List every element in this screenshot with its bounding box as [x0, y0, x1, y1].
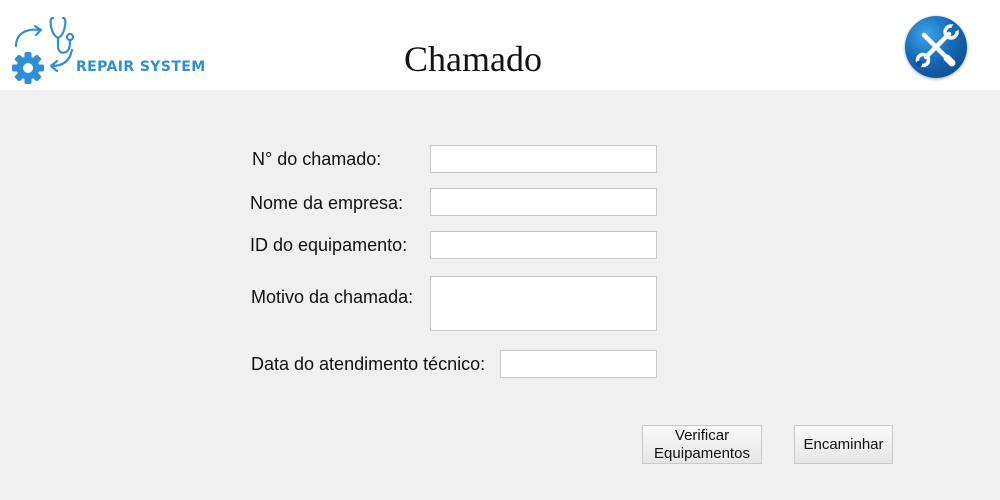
nome-empresa-input[interactable]: [430, 188, 657, 216]
verificar-label-line1: Verificar: [674, 426, 730, 444]
header-bar: REPAIR SYSTEM Chamado: [0, 0, 1000, 90]
motivo-chamada-input[interactable]: [430, 276, 657, 331]
data-atendimento-label: Data do atendimento técnico:: [251, 354, 486, 374]
encaminhar-label: Encaminhar: [803, 435, 884, 453]
data-atendimento-input[interactable]: [500, 350, 657, 378]
numero-chamado-input[interactable]: [430, 145, 657, 173]
id-equipamento-label: ID do equipamento:: [250, 235, 408, 255]
verificar-equipamentos-label: Verificar Equipamentos: [654, 427, 750, 463]
motivo-chamada-label: Motivo da chamada:: [251, 287, 414, 307]
chamado-window: REPAIR SYSTEM Chamado N° do chamado: Nom…: [0, 0, 1000, 500]
tools-button[interactable]: [905, 16, 967, 78]
verificar-label-line2: Equipamentos: [654, 444, 750, 462]
nome-empresa-label: Nome da empresa:: [250, 193, 404, 213]
page-title: Chamado: [404, 39, 542, 79]
numero-chamado-label: N° do chamado:: [252, 149, 382, 169]
verificar-equipamentos-button[interactable]: Verificar Equipamentos: [642, 425, 762, 464]
tools-icon: [915, 24, 959, 68]
id-equipamento-input[interactable]: [430, 231, 657, 259]
encaminhar-button[interactable]: Encaminhar: [794, 425, 893, 464]
